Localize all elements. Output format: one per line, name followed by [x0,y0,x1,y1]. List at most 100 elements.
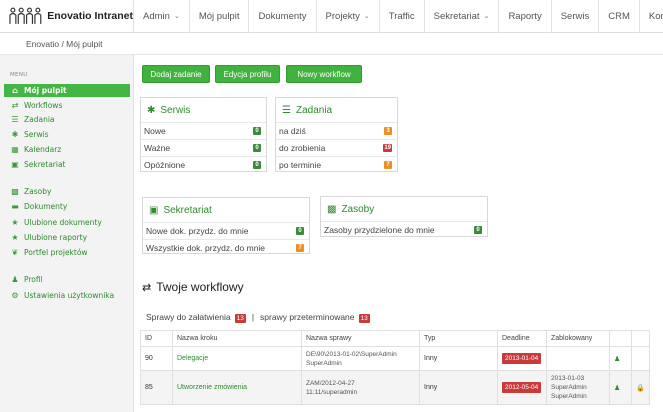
breadcrumb: Enovatio / Mój pulpit [0,33,663,55]
sidebar-item-label: Sekretariat [24,160,66,169]
table-row[interactable]: 90 Delegacje DE\90\2013-01-02\SuperAdmin… [140,346,650,371]
zadania-row-do-zrobienia[interactable]: do zrobienia 19 [276,139,397,156]
zadania-widget-title[interactable]: ☰ Zadania [276,98,397,122]
brand[interactable]: Enovatio Intranet [0,0,134,33]
col-case-name[interactable]: Nazwa sprawy [301,330,420,347]
cell-lock: 🔒 [631,370,650,405]
step-link[interactable]: Utworzenie zmówienia [177,384,247,391]
sidebar-item-ustawienia[interactable]: ⚙ Ustawienia użytkownika [10,289,114,302]
user-icon[interactable]: ♟ [614,385,620,392]
col-user [609,330,632,347]
case-line: DE\90\2013-01-02\SuperAdmin [306,350,397,358]
serwis-row-nowe[interactable]: Nowe 0 [141,122,266,139]
chevron-down-icon: ⌄ [173,13,180,20]
zadania-row-na-dzis[interactable]: na dziś 3 [276,122,397,139]
col-locked[interactable]: Zablokowany [546,330,610,347]
breadcrumb-text[interactable]: Enovatio / Mój pulpit [26,39,103,49]
sidebar-item-ulubione-dokumenty[interactable]: ★ Ulubione dokumenty [10,216,102,229]
tab-label: sprawy przeterminowane [260,312,355,322]
row-label: po terminie [279,160,322,170]
sidebar-item-zasoby[interactable]: ▩ Zasoby [10,185,51,198]
topnav-label: Mój pulpit [198,10,240,22]
sidebar-item-label: Ulubione raporty [24,233,88,242]
zadania-row-po-terminie[interactable]: po terminie 7 [276,156,397,173]
sidebar-item-label: Zasoby [24,187,52,196]
sidebar: MENU ⌂ Mój pulpit ⇄ Workflows ☰ Zadania ✱ Se… [0,55,134,412]
asterisk-icon: ✱ [11,130,19,139]
zasoby-row-przydzielone[interactable]: Zasoby przydzielone do mnie 0 [321,221,487,238]
topnav-label: Kontakty [648,10,663,22]
tab-label: Sprawy do załatwienia [146,312,231,322]
sidebar-item-label: Ulubione dokumenty [24,218,102,227]
topnav-crm[interactable]: CRM [599,0,640,33]
inbox-icon: ▣ [149,204,159,216]
serwis-widget: ✱ Serwis Nowe 0 Ważne 0 Opóźnione 0 [140,97,267,172]
tab-overdue[interactable]: sprawy przeterminowane 13 [260,312,370,323]
cell-type: Inny [419,346,498,371]
lock-icon[interactable]: 🔒 [636,385,645,392]
serwis-row-wazne[interactable]: Ważne 0 [141,139,266,156]
sidebar-item-sekretariat[interactable]: ▣ Sekretariat [10,158,66,171]
widget-title-text: Zasoby [341,203,375,215]
count-badge: 0 [253,144,261,152]
count-badge: 7 [296,244,304,252]
sekretariat-row-wszystkie[interactable]: Wszystkie dok. przydz. do mnie 7 [143,239,309,256]
sidebar-item-label: Mój pulpit [24,86,67,95]
topnav-label: Traffic [388,10,415,22]
topnav-serwis[interactable]: Serwis [552,0,600,33]
topnav-kontakty[interactable]: Kontakty [640,0,663,33]
sekretariat-row-nowe[interactable]: Nowe dok. przydz. do mnie 0 [143,222,309,239]
count-badge: 13 [234,314,246,323]
cell-case-name: ZAM/2012-04-27 11:11/superadmin [301,370,420,405]
sidebar-item-kalendarz[interactable]: ▦ Kalendarz [10,143,61,156]
truck-icon: ▩ [11,187,19,196]
inbox-icon: ▣ [11,160,19,169]
case-line: ZAM/2012-04-27 [306,379,355,387]
add-task-button[interactable]: Dodaj zadanie [142,65,210,83]
col-deadline[interactable]: Deadline [497,330,547,347]
cell-deadline: 2013-01-04 [497,346,547,371]
cell-case-name: DE\90\2013-01-02\SuperAdmin SuperAdmin [301,346,420,371]
serwis-widget-title[interactable]: ✱ Serwis [141,98,266,122]
sidebar-item-profil[interactable]: ♟ Profil [10,273,42,286]
topnav-sekretariat[interactable]: Sekretariat ⌄ [425,0,500,33]
topnav-projekty[interactable]: Projekty ⌄ [317,0,380,33]
locked-line: 2013-01-03 [551,375,585,382]
sidebar-item-label: Zadania [24,115,55,124]
deadline-badge: 2012-05-04 [502,382,542,393]
workflows-title: Twoje workflowy [156,280,244,294]
sidebar-item-label: Portfel projektów [24,248,88,257]
sidebar-item-dokumenty[interactable]: ▬ Dokumenty [10,200,67,213]
col-step-name[interactable]: Nazwa kroku [172,330,302,347]
topnav-dokumenty[interactable]: Dokumenty [249,0,317,33]
top-menu: Admin ⌄ Mój pulpit Dokumenty Projekty ⌄ Tr… [134,0,663,33]
sidebar-item-ulubione-raporty[interactable]: ★ Ulubione raporty [10,231,87,244]
sidebar-item-serwis[interactable]: ✱ Serwis [10,128,49,141]
widget-title-text: Zadania [295,104,333,116]
topnav-raporty[interactable]: Raporty [499,0,552,33]
sidebar-item-zadania[interactable]: ☰ Zadania [10,113,55,126]
user-icon[interactable]: ♟ [614,356,620,363]
col-id[interactable]: ID [140,330,173,347]
sekretariat-widget-title[interactable]: ▣ Sekretariat [143,198,309,222]
sidebar-item-workflows[interactable]: ⇄ Workflows [10,99,63,112]
zasoby-widget-title[interactable]: ▩ Zasoby [321,197,487,221]
workflow-tabs: Sprawy do załatwienia 13 | sprawy przeter… [146,312,370,323]
people-logo-icon [9,7,42,24]
tasks-icon: ☰ [11,115,19,124]
zasoby-widget: ▩ Zasoby Zasoby przydzielone do mnie 0 [320,196,488,237]
new-workflow-button[interactable]: Nowy workflow [286,65,362,83]
topnav-traffic[interactable]: Traffic [380,0,425,33]
topnav-moj-pulpit[interactable]: Mój pulpit [190,0,250,33]
sidebar-item-moj-pulpit[interactable]: ⌂ Mój pulpit [4,84,130,97]
row-label: Ważne [144,143,171,153]
sidebar-item-portfel-projektow[interactable]: ❦ Portfel projektów [10,246,88,259]
col-type[interactable]: Typ [419,330,498,347]
topnav-admin[interactable]: Admin ⌄ [134,0,190,33]
edit-profile-button[interactable]: Edycja profilu [215,65,280,83]
table-row[interactable]: 85 Utworzenie zmówienia ZAM/2012-04-27 11… [140,370,650,405]
step-link[interactable]: Delegacje [177,355,208,362]
cell-lock [631,346,650,371]
tab-pending[interactable]: Sprawy do załatwienia 13 [146,312,246,323]
serwis-row-opoznione[interactable]: Opóźnione 0 [141,156,266,173]
